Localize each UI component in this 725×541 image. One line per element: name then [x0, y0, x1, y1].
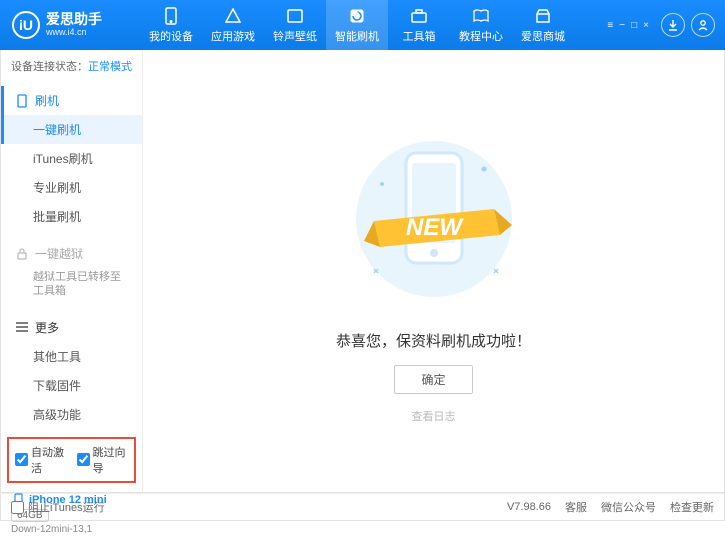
conn-label: 设备连接状态：: [11, 61, 88, 73]
sidebar-item-batch-flash[interactable]: 批量刷机: [1, 202, 142, 231]
confirm-button[interactable]: 确定: [394, 365, 472, 394]
jailbreak-title: 一键越狱: [35, 245, 83, 262]
lock-icon: [15, 247, 29, 261]
auto-activate-label: 自动激活: [31, 444, 67, 476]
download-button[interactable]: [661, 13, 685, 37]
brand-name: 爱思助手: [46, 12, 102, 27]
success-message: 恭喜您，保资料刷机成功啦！: [336, 330, 531, 351]
apps-icon: [224, 7, 242, 25]
menu-icon[interactable]: ≡: [607, 20, 613, 31]
view-log-link[interactable]: 查看日志: [412, 408, 456, 424]
nav-label: 我的设备: [149, 28, 193, 44]
maximize-icon[interactable]: □: [631, 20, 637, 31]
jailbreak-header: 一键越狱: [1, 239, 142, 268]
auto-activate-input[interactable]: [15, 453, 28, 466]
sidebar-item-other-tools[interactable]: 其他工具: [1, 342, 142, 371]
list-icon: [15, 320, 29, 334]
nav-label: 工具箱: [403, 28, 436, 44]
nav-label: 教程中心: [459, 28, 503, 44]
footer-left: 阻止iTunes运行: [11, 499, 105, 515]
flash-icon: [348, 7, 366, 25]
store-icon: [534, 7, 552, 25]
brand-text: 爱思助手 www.i4.cn: [46, 12, 102, 37]
success-illustration: NEW: [334, 129, 534, 312]
sidebar: 设备连接状态：正常模式 刷机 一键刷机 iTunes刷机 专业刷机 批量刷机 一…: [1, 50, 143, 492]
phone-icon: [162, 7, 180, 25]
nav-my-device[interactable]: 我的设备: [140, 0, 202, 50]
sidebar-item-pro-flash[interactable]: 专业刷机: [1, 173, 142, 202]
jailbreak-note: 越狱工具已转移至工具箱: [1, 268, 142, 305]
auto-activate-checkbox[interactable]: 自动激活: [15, 444, 67, 476]
titlebar: iU 爱思助手 www.i4.cn 我的设备 应用游戏 铃声壁纸 智能刷机 工具…: [0, 0, 725, 50]
nav-apps-games[interactable]: 应用游戏: [202, 0, 264, 50]
account-button[interactable]: [691, 13, 715, 37]
skip-guide-checkbox[interactable]: 跳过向导: [77, 444, 129, 476]
block-itunes-checkbox[interactable]: 阻止iTunes运行: [11, 499, 105, 515]
flash-title: 刷机: [35, 92, 59, 109]
options-row: 自动激活 跳过向导: [7, 437, 136, 483]
window-controls: ≡ − □ ×: [607, 13, 725, 37]
section-flash: 刷机 一键刷机 iTunes刷机 专业刷机 批量刷机: [1, 82, 142, 235]
more-title: 更多: [35, 319, 59, 336]
wechat-link[interactable]: 微信公众号: [601, 499, 656, 515]
skip-guide-input[interactable]: [77, 453, 90, 466]
more-header[interactable]: 更多: [1, 313, 142, 342]
nav-label: 应用游戏: [211, 28, 255, 44]
section-more: 更多 其他工具 下载固件 高级功能: [1, 309, 142, 433]
section-jailbreak: 一键越狱 越狱工具已转移至工具箱: [1, 235, 142, 309]
sidebar-item-advanced[interactable]: 高级功能: [1, 400, 142, 429]
nav-smart-flash[interactable]: 智能刷机: [326, 0, 388, 50]
sidebar-item-download-fw[interactable]: 下载固件: [1, 371, 142, 400]
minimize-icon[interactable]: −: [619, 20, 625, 31]
book-icon: [472, 7, 490, 25]
block-itunes-label: 阻止iTunes运行: [28, 499, 105, 515]
main-panel: NEW 恭喜您，保资料刷机成功啦！ 确定 查看日志: [143, 50, 724, 492]
flash-header[interactable]: 刷机: [1, 86, 142, 115]
check-update-link[interactable]: 检查更新: [670, 499, 714, 515]
body: 设备连接状态：正常模式 刷机 一键刷机 iTunes刷机 专业刷机 批量刷机 一…: [0, 50, 725, 493]
new-banner-text: NEW: [406, 214, 464, 241]
wallpaper-icon: [286, 7, 304, 25]
top-nav: 我的设备 应用游戏 铃声壁纸 智能刷机 工具箱 教程中心 爱思商城: [140, 0, 607, 50]
window-mini-controls: ≡ − □ ×: [607, 20, 649, 31]
nav-tutorials[interactable]: 教程中心: [450, 0, 512, 50]
version-label: V7.98.66: [507, 501, 551, 513]
footer-right: V7.98.66 客服 微信公众号 检查更新: [507, 499, 714, 515]
device-firmware: Down-12mini-13,1: [11, 524, 132, 535]
nav-toolbox[interactable]: 工具箱: [388, 0, 450, 50]
logo-area: iU 爱思助手 www.i4.cn: [0, 11, 140, 39]
connection-status: 设备连接状态：正常模式: [1, 50, 142, 82]
conn-value: 正常模式: [88, 61, 132, 73]
toolbox-icon: [410, 7, 428, 25]
support-link[interactable]: 客服: [565, 499, 587, 515]
skip-guide-label: 跳过向导: [93, 444, 129, 476]
nav-label: 智能刷机: [335, 28, 379, 44]
sidebar-item-itunes-flash[interactable]: iTunes刷机: [1, 144, 142, 173]
brand-url: www.i4.cn: [46, 28, 102, 38]
nav-ringtones[interactable]: 铃声壁纸: [264, 0, 326, 50]
block-itunes-input[interactable]: [11, 501, 24, 514]
nav-label: 爱思商城: [521, 28, 565, 44]
nav-store[interactable]: 爱思商城: [512, 0, 574, 50]
phone-small-icon: [15, 94, 29, 108]
sidebar-item-oneclick-flash[interactable]: 一键刷机: [1, 115, 142, 144]
close-icon[interactable]: ×: [643, 20, 649, 31]
logo-icon: iU: [12, 11, 40, 39]
nav-label: 铃声壁纸: [273, 28, 317, 44]
